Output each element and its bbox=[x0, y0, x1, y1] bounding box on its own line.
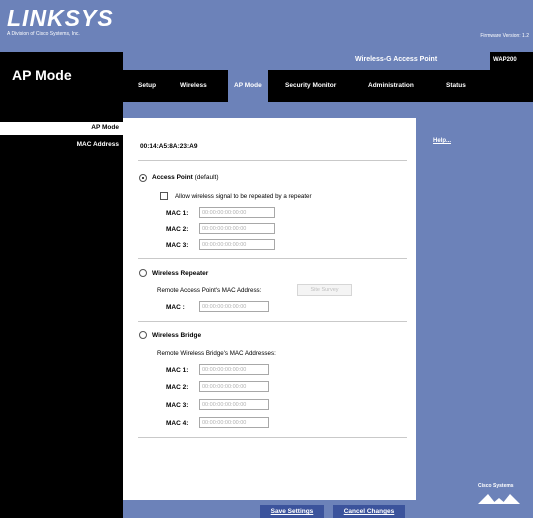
allow-repeat-label: Allow wireless signal to be repeated by … bbox=[175, 193, 312, 200]
tab-ap-mode[interactable]: AP Mode bbox=[228, 70, 268, 102]
bridge-mac1-label: MAC 1: bbox=[166, 367, 189, 374]
tab-setup[interactable]: Setup bbox=[132, 70, 162, 102]
bridge-mac4-input[interactable]: 00:00:00:00:00:00 bbox=[199, 417, 269, 428]
sidebar bbox=[0, 102, 123, 518]
sidebar-section-label: AP Mode bbox=[91, 124, 119, 131]
cisco-logo-icon bbox=[478, 494, 520, 504]
divider bbox=[138, 160, 407, 161]
ap-mac2-input[interactable]: 00:00:00:00:00:00 bbox=[199, 223, 275, 234]
model-name: WAP200 bbox=[493, 57, 517, 63]
logo-subtitle: A Division of Cisco Systems, Inc. bbox=[7, 31, 80, 37]
remote-bridge-mac-label: Remote Wireless Bridge's MAC Addresses: bbox=[157, 350, 276, 357]
ap-mac2-label: MAC 2: bbox=[166, 226, 189, 233]
allow-repeat-checkbox[interactable] bbox=[160, 192, 168, 200]
ap-mac1-label: MAC 1: bbox=[166, 210, 189, 217]
divider bbox=[138, 321, 407, 322]
repeater-mac-label: MAC : bbox=[166, 304, 185, 311]
product-bar bbox=[123, 52, 533, 70]
product-name: Wireless-G Access Point bbox=[355, 56, 438, 63]
bridge-mac1-input[interactable]: 00:00:00:00:00:00 bbox=[199, 364, 269, 375]
ap-mac3-input[interactable]: 00:00:00:00:00:00 bbox=[199, 239, 275, 250]
remote-ap-mac-label: Remote Access Point's MAC Address: bbox=[157, 287, 262, 294]
divider bbox=[138, 437, 407, 438]
wireless-bridge-label: Wireless Bridge bbox=[152, 332, 202, 339]
bridge-mac4-label: MAC 4: bbox=[166, 420, 189, 427]
bridge-mac2-label: MAC 2: bbox=[166, 384, 189, 391]
bridge-mac3-label: MAC 3: bbox=[166, 402, 189, 409]
ap-mac1-input[interactable]: 00:00:00:00:00:00 bbox=[199, 207, 275, 218]
tab-administration[interactable]: Administration bbox=[362, 70, 420, 102]
site-survey-button[interactable]: Site Survey bbox=[297, 284, 352, 296]
bridge-mac2-input[interactable]: 00:00:00:00:00:00 bbox=[199, 381, 269, 392]
access-point-label: Access Point (default) bbox=[152, 174, 219, 181]
divider bbox=[138, 258, 407, 259]
sub-tab-bar bbox=[123, 102, 533, 118]
linksys-logo: LINKSYS bbox=[7, 5, 114, 31]
bridge-mac3-input[interactable]: 00:00:00:00:00:00 bbox=[199, 399, 269, 410]
cancel-changes-button[interactable]: Cancel Changes bbox=[333, 505, 405, 518]
repeater-mac-input[interactable]: 00:00:00:00:00:00 bbox=[199, 301, 269, 312]
save-settings-button[interactable]: Save Settings bbox=[260, 505, 324, 518]
firmware-version: Firmware Version: 1.2 bbox=[480, 33, 529, 39]
wireless-bridge-radio[interactable] bbox=[139, 331, 147, 339]
help-link[interactable]: Help... bbox=[433, 138, 451, 144]
sidebar-mac-label: MAC Address bbox=[76, 141, 119, 148]
tab-wireless[interactable]: Wireless bbox=[174, 70, 213, 102]
access-point-radio[interactable] bbox=[139, 174, 147, 182]
wireless-repeater-radio[interactable] bbox=[139, 269, 147, 277]
ap-mac3-label: MAC 3: bbox=[166, 242, 189, 249]
tab-status[interactable]: Status bbox=[440, 70, 472, 102]
tab-security-monitor[interactable]: Security Monitor bbox=[279, 70, 342, 102]
help-panel bbox=[416, 118, 533, 518]
wireless-repeater-label: Wireless Repeater bbox=[152, 270, 209, 277]
cisco-systems-label: Cisco Systems bbox=[478, 483, 514, 489]
mac-address-value: 00:14:A5:8A:23:A9 bbox=[140, 143, 198, 150]
page-title: AP Mode bbox=[12, 67, 72, 83]
